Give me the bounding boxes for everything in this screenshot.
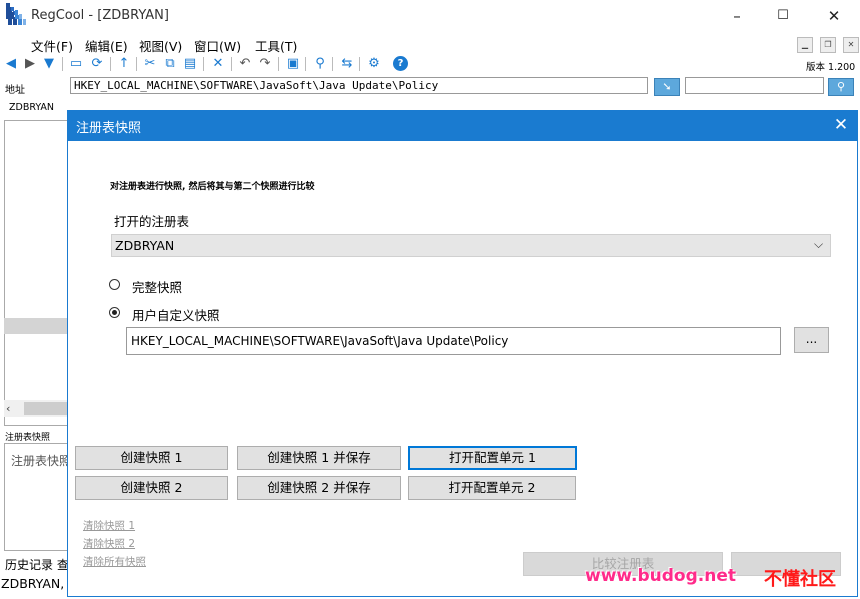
address-input[interactable]: HKEY_LOCAL_MACHINE\SOFTWARE\JavaSoft\Jav… — [70, 77, 648, 94]
help-icon[interactable]: ? — [393, 56, 408, 71]
registry-select-value[interactable]: ZDBRYAN — [115, 238, 174, 253]
forward-icon[interactable]: ▶ — [22, 56, 38, 72]
toolbar-separator — [305, 57, 306, 71]
toolbar-separator — [278, 57, 279, 71]
clear-all-snapshots-link[interactable]: 清除所有快照 — [83, 554, 146, 569]
dialog-title: 注册表快照 — [76, 121, 142, 136]
status-text: ZDBRYAN, — [1, 576, 65, 591]
version-label: 版本 1.200 — [806, 62, 856, 73]
mdi-close-icon[interactable]: ✕ — [843, 37, 859, 53]
search-input[interactable] — [685, 77, 824, 94]
window-title: RegCool - [ZDBRYAN] — [31, 8, 169, 23]
dialog-close-icon[interactable]: ✕ — [830, 114, 852, 136]
open-hive-2-button[interactable]: 打开配置单元 2 — [408, 476, 576, 500]
tree-selection-row[interactable] — [4, 318, 68, 334]
gear-icon[interactable]: ⚙ — [366, 56, 382, 72]
create-snapshot-2-button[interactable]: 创建快照 2 — [75, 476, 228, 500]
toolbar-separator — [136, 57, 137, 71]
minimize-button[interactable]: – — [714, 0, 760, 32]
refresh-icon[interactable]: ⟳ — [89, 56, 105, 72]
mdi-restore-icon[interactable]: ❐ — [820, 37, 836, 53]
watermark-site: www.budog.net — [585, 566, 736, 586]
clear-snapshot-1-link[interactable]: 清除快照 1 — [83, 518, 135, 533]
radio-custom-snapshot[interactable] — [109, 307, 120, 318]
toolbar-separator — [359, 57, 360, 71]
mdi-logo-icon — [6, 3, 22, 19]
registry-select[interactable] — [111, 234, 831, 257]
radio-full-label[interactable]: 完整快照 — [132, 277, 182, 296]
menu-tools[interactable]: 工具(T) — [255, 36, 297, 55]
registry-tree[interactable] — [4, 120, 70, 426]
radio-selected-dot — [112, 310, 117, 315]
menu-view[interactable]: 视图(V) — [139, 36, 182, 55]
toolbar-separator — [332, 57, 333, 71]
dialog-description: 对注册表进行快照, 然后将其与第二个快照进行比较 — [110, 182, 315, 192]
search-icon[interactable]: ⚲ — [312, 56, 328, 72]
menu-file[interactable]: 文件(F) — [31, 36, 73, 55]
search-button-icon[interactable]: ⚲ — [828, 78, 854, 96]
radio-full-snapshot[interactable] — [109, 279, 120, 290]
radio-custom-label[interactable]: 用户自定义快照 — [132, 305, 220, 324]
menu-edit[interactable]: 编辑(E) — [85, 36, 128, 55]
redo-icon[interactable]: ↷ — [257, 56, 273, 72]
go-arrow-icon[interactable]: ➘ — [654, 78, 680, 96]
custom-path-input[interactable]: HKEY_LOCAL_MACHINE\SOFTWARE\JavaSoft\Jav… — [126, 327, 781, 355]
chevron-down-icon[interactable]: ▼ — [41, 56, 57, 72]
chevron-down-icon[interactable]: ⌵ — [814, 237, 823, 252]
mdi-minimize-icon[interactable]: ▁ — [797, 37, 813, 53]
computer-icon[interactable]: ▭ — [68, 56, 84, 72]
open-hive-1-button[interactable]: 打开配置单元 1 — [408, 446, 577, 470]
scrollbar-thumb[interactable] — [24, 402, 68, 415]
create-snapshot-1-save-button[interactable]: 创建快照 1 并保存 — [237, 446, 401, 470]
undo-icon[interactable]: ↶ — [237, 56, 253, 72]
close-button[interactable]: ✕ — [811, 0, 857, 32]
snapshot-panel-label: 注册表快照 — [5, 433, 51, 443]
compare-icon[interactable]: ⇆ — [339, 56, 355, 72]
delete-icon[interactable]: ✕ — [210, 56, 226, 72]
watermark-name: 不懂社区 — [764, 569, 836, 590]
back-icon[interactable]: ◀ — [3, 56, 19, 72]
copy-icon[interactable]: ⧉ — [162, 56, 178, 72]
up-arrow-icon[interactable]: ↑ — [116, 56, 132, 72]
address-label: 地址 — [5, 85, 25, 96]
dialog-title-bar — [67, 110, 858, 141]
maximize-button[interactable]: ☐ — [760, 0, 806, 32]
new-folder-icon[interactable]: ▣ — [285, 56, 301, 72]
browse-button[interactable]: ... — [794, 327, 829, 353]
toolbar-separator — [203, 57, 204, 71]
open-registry-label: 打开的注册表 — [114, 214, 190, 229]
create-snapshot-1-button[interactable]: 创建快照 1 — [75, 446, 228, 470]
menu-window[interactable]: 窗口(W) — [194, 36, 241, 55]
paste-icon[interactable]: ▤ — [182, 56, 198, 72]
toolbar-separator — [110, 57, 111, 71]
toolbar-separator — [231, 57, 232, 71]
cut-icon[interactable]: ✂ — [142, 56, 158, 72]
clear-snapshot-2-link[interactable]: 清除快照 2 — [83, 536, 135, 551]
toolbar-separator — [62, 57, 63, 71]
tab-zdbryan[interactable]: ZDBRYAN — [9, 102, 54, 113]
snapshot-panel-text: 注册表快照 — [11, 454, 72, 468]
scroll-left-icon[interactable]: ‹ — [6, 402, 10, 415]
create-snapshot-2-save-button[interactable]: 创建快照 2 并保存 — [237, 476, 401, 500]
